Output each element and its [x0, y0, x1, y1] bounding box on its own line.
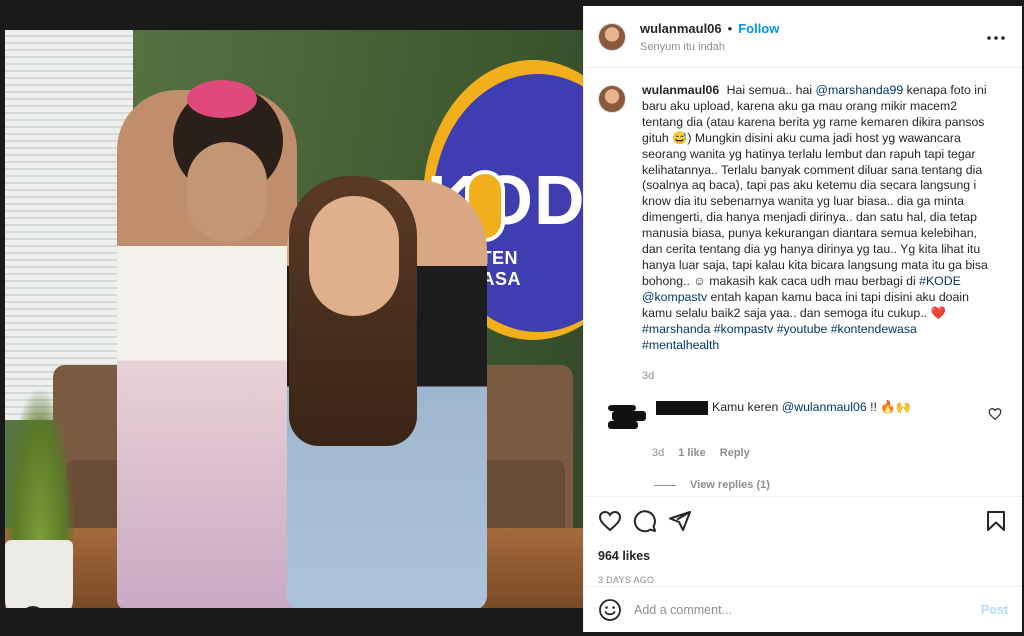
comment-text-prefix: Kamu keren — [712, 400, 782, 415]
replies-divider-line — [654, 484, 676, 486]
post-photo[interactable]: KODE KONTEN DEWASA — [5, 30, 583, 608]
location-label[interactable]: Senyum itu indah — [640, 41, 779, 53]
redacted-username — [656, 401, 708, 416]
view-replies-label: View replies (1) — [690, 479, 770, 492]
caption-mention[interactable]: @kompastv — [642, 290, 707, 304]
caption-hashtag[interactable]: #marshanda — [642, 322, 710, 336]
comment-text-suffix: !! 🔥🙌 — [866, 400, 911, 415]
comment-icon[interactable] — [633, 509, 657, 533]
reply-button[interactable]: Reply — [720, 447, 750, 459]
comment-mention[interactable]: @wulanmaul06 — [782, 400, 867, 414]
view-replies-button[interactable]: View replies (1) — [654, 479, 1006, 491]
comment-body: Kamu keren @wulanmaul06 !! 🔥🙌 — [656, 399, 911, 433]
plant-pot — [5, 540, 73, 608]
caption-timestamp: 3d — [642, 370, 655, 383]
caption-body: wulanmaul06 Hai semua.. hai @marshanda99… — [642, 83, 992, 385]
post-header: wulanmaul06 • Follow Senyum itu indah — [584, 6, 1022, 68]
caption-text-segment — [961, 274, 964, 288]
person-left-bun — [187, 80, 257, 118]
more-icon — [987, 36, 1005, 40]
caption-hashtag[interactable]: #kontendewasa — [831, 322, 917, 336]
action-icons-row — [598, 507, 1008, 535]
caption-mention[interactable]: @marshanda99 — [816, 83, 904, 97]
comments-section[interactable]: wulanmaul06 Hai semua.. hai @marshanda99… — [584, 69, 1022, 495]
post-actions: 964 likes 3 DAYS AGO — [584, 496, 1022, 585]
comment-input[interactable] — [634, 602, 981, 617]
header-username[interactable]: wulanmaul06 — [640, 21, 722, 36]
avatar[interactable] — [598, 85, 626, 113]
caption-hashtag[interactable]: #mentalhealth — [642, 338, 719, 352]
emoji-icon[interactable] — [598, 598, 622, 622]
caption-hashtag[interactable]: #youtube — [777, 322, 828, 336]
heart-icon[interactable] — [598, 509, 622, 533]
comment-likes[interactable]: 1 like — [678, 447, 706, 459]
avatar[interactable] — [598, 22, 626, 51]
caption-text-segment: Hai semua.. hai — [726, 83, 816, 97]
comment-like-heart-icon[interactable] — [988, 407, 1002, 421]
caption-hashtag[interactable]: #KODE — [919, 274, 961, 288]
follow-button[interactable]: Follow — [738, 21, 779, 36]
header-separator: • — [727, 20, 733, 36]
post-details-panel: wulanmaul06 • Follow Senyum itu indah wu… — [583, 6, 1022, 632]
comment-item: Kamu keren @wulanmaul06 !! 🔥🙌 — [598, 399, 1006, 433]
caption-text: Hai semua.. hai @marshanda99 kenapa foto… — [642, 83, 991, 352]
post-button[interactable]: Post — [981, 603, 1008, 617]
comment-timestamp: 3d — [652, 447, 665, 460]
add-comment-bar: Post — [584, 586, 1022, 632]
window-blinds — [5, 30, 133, 420]
plant — [5, 390, 75, 540]
likes-count[interactable]: 964 likes — [598, 549, 1008, 563]
bookmark-icon[interactable] — [984, 509, 1008, 533]
redacted-avatar — [608, 399, 652, 433]
post-date[interactable]: 3 DAYS AGO — [598, 575, 1008, 585]
header-line: wulanmaul06 • Follow — [640, 21, 779, 36]
caption-text-segment: kenapa foto ini baru aku upload, karena … — [642, 83, 992, 288]
person-left-face — [187, 142, 267, 242]
caption-hashtag[interactable]: #kompastv — [714, 322, 773, 336]
caption-username[interactable]: wulanmaul06 — [642, 83, 719, 97]
caption: wulanmaul06 Hai semua.. hai @marshanda99… — [598, 83, 1006, 385]
more-options-button[interactable] — [984, 26, 1008, 50]
comment-meta: 3d 1 like Reply — [652, 447, 1006, 459]
share-icon[interactable] — [668, 509, 692, 533]
caption-text-segment — [917, 322, 920, 336]
person-right-face — [309, 196, 399, 316]
header-texts: wulanmaul06 • Follow Senyum itu indah — [640, 21, 779, 53]
